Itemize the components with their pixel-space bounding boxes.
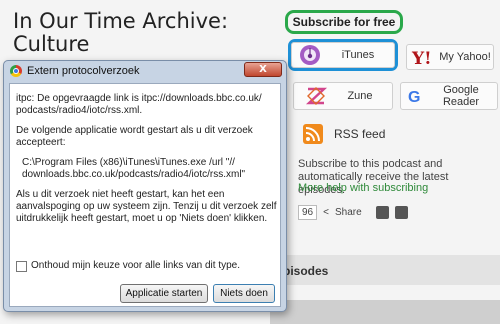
my-yahoo-label: My Yahoo! bbox=[439, 51, 491, 63]
remember-choice-label: Onthoud mijn keuze voor alle links van d… bbox=[31, 260, 240, 271]
remember-choice-checkbox[interactable] bbox=[16, 260, 27, 272]
dialog-body: itpc: De opgevraagde link is itpc://down… bbox=[9, 83, 281, 307]
svg-text:Y!: Y! bbox=[411, 49, 432, 67]
episode-list-area bbox=[270, 300, 500, 324]
svg-text:G: G bbox=[408, 89, 420, 105]
itunes-icon bbox=[300, 45, 320, 65]
share-count: 96 bbox=[298, 205, 318, 220]
remember-choice-row[interactable]: Onthoud mijn keuze voor alle links van d… bbox=[16, 260, 240, 272]
itunes-button[interactable]: iTunes bbox=[291, 42, 395, 68]
application-intro-text: De volgende applicatie wordt gestart als… bbox=[16, 125, 253, 148]
zune-icon bbox=[305, 87, 328, 105]
command-text: C:\Program Files (x86)\iTunes\iTunes.exe… bbox=[22, 157, 246, 180]
google-icon: G bbox=[408, 89, 420, 105]
yahoo-icon: Y! bbox=[411, 49, 432, 67]
share-icon[interactable]: < bbox=[323, 207, 329, 218]
rss-icon[interactable] bbox=[303, 124, 323, 144]
rss-feed-link[interactable]: RSS feed bbox=[334, 127, 385, 141]
my-yahoo-button[interactable]: Y! My Yahoo! bbox=[406, 44, 494, 70]
subscribe-heading: Subscribe for free bbox=[285, 10, 403, 34]
do-nothing-button[interactable]: Niets doen bbox=[213, 284, 275, 303]
dialog-title: Extern protocolverzoek bbox=[27, 65, 140, 77]
external-protocol-dialog: Extern protocolverzoek X itpc: De opgevr… bbox=[3, 60, 287, 312]
rss-symbol bbox=[305, 127, 320, 142]
google-reader-button[interactable]: G Google Reader bbox=[400, 82, 498, 110]
twitter-icon[interactable] bbox=[394, 206, 408, 219]
page-title: In Our Time Archive: Culture bbox=[13, 9, 229, 56]
dialog-titlebar[interactable]: Extern protocolverzoek X bbox=[4, 61, 286, 81]
zune-label: Zune bbox=[347, 90, 373, 102]
itunes-label: iTunes bbox=[341, 49, 375, 61]
start-application-button[interactable]: Applicatie starten bbox=[120, 284, 208, 303]
warning-text: Als u dit verzoek niet heeft gestart, ka… bbox=[16, 189, 277, 224]
share-row: 96 < Share bbox=[298, 205, 408, 220]
google-reader-label: Google Reader bbox=[442, 84, 480, 108]
episodes-heading: pisodes bbox=[283, 264, 329, 278]
requested-link-text: itpc: De opgevraagde link is itpc://down… bbox=[16, 93, 262, 116]
facebook-icon[interactable] bbox=[375, 206, 389, 219]
chrome-icon bbox=[10, 65, 22, 77]
share-link[interactable]: Share bbox=[335, 207, 362, 218]
zune-button[interactable]: Zune bbox=[293, 82, 393, 110]
close-button[interactable]: X bbox=[244, 62, 282, 77]
subscribe-help-link[interactable]: More help with subscribing bbox=[298, 182, 428, 194]
